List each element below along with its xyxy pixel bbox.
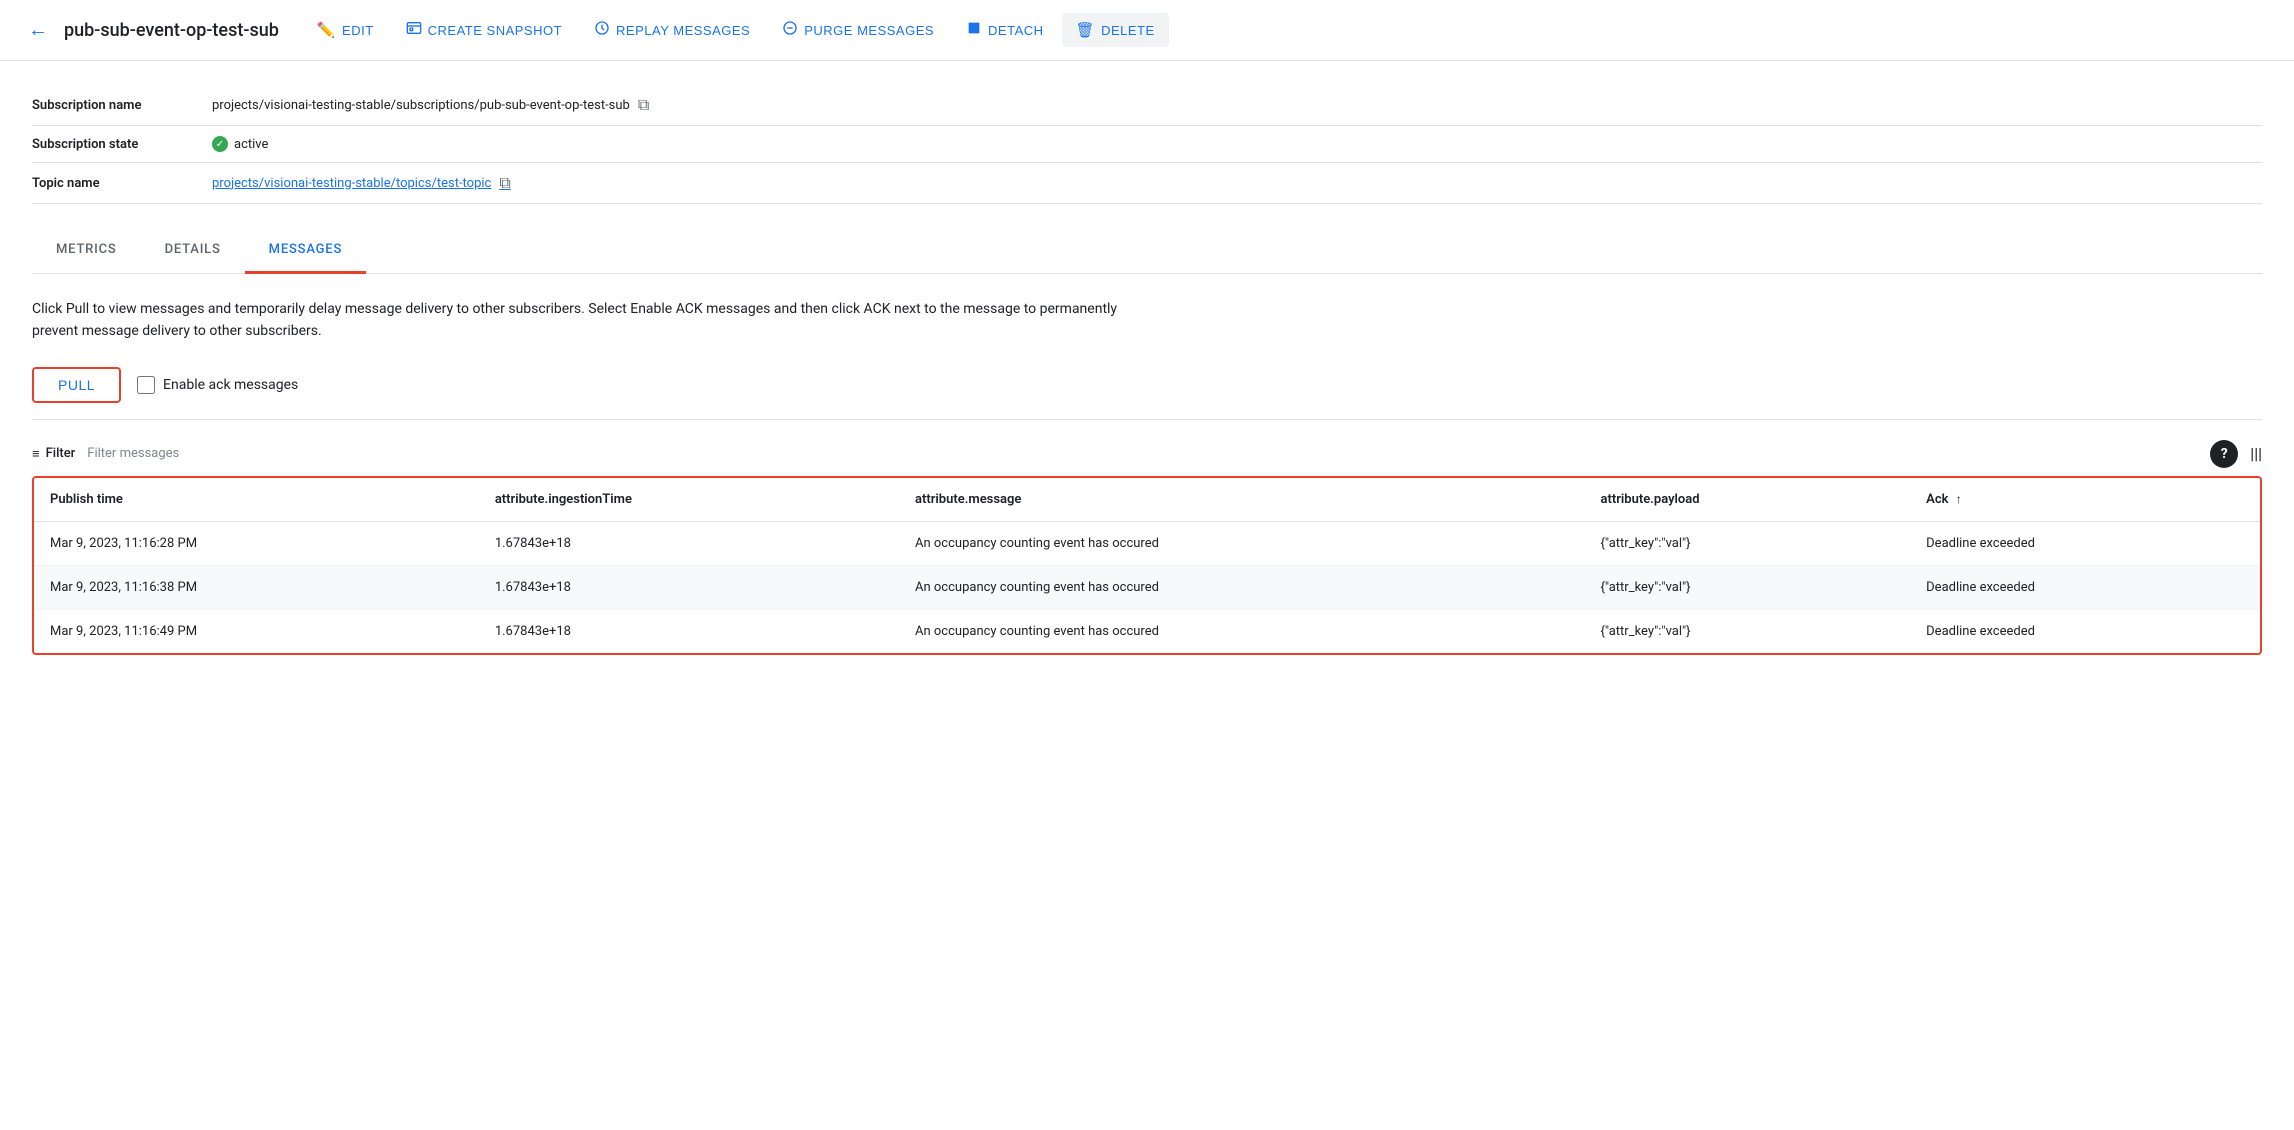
tabs-section: METRICS DETAILS MESSAGES [0, 228, 2294, 274]
snapshot-icon [406, 20, 422, 40]
tab-metrics[interactable]: METRICS [32, 228, 141, 274]
help-button[interactable]: ? [2210, 440, 2238, 468]
info-text: Click Pull to view messages and temporar… [32, 298, 1132, 343]
col-ack[interactable]: Ack ↑ [1910, 478, 2260, 522]
cell-ingestion-time: 1.67843e+18 [479, 609, 899, 653]
columns-button[interactable]: ||| [2250, 444, 2262, 463]
col-payload: attribute.payload [1584, 478, 1910, 522]
tab-messages[interactable]: MESSAGES [245, 228, 366, 274]
subscription-name-row: Subscription name projects/visionai-test… [32, 85, 2262, 126]
pull-section: PULL Enable ack messages [32, 367, 2262, 420]
cell-message: An occupancy counting event has occured [899, 565, 1584, 609]
edit-icon: ✏️ [317, 21, 336, 39]
topic-name-row: Topic name projects/visionai-testing-sta… [32, 163, 2262, 204]
cell-payload: {"attr_key":"val"} [1584, 521, 1910, 565]
copy-topic-name-icon[interactable]: ⧉ [499, 173, 510, 193]
subscription-state-label: Subscription state [32, 137, 212, 152]
cell-ingestion-time: 1.67843e+18 [479, 521, 899, 565]
status-dot-icon: ✓ [212, 136, 228, 152]
filter-left: ≡ Filter Filter messages [32, 446, 179, 462]
cell-publish-time: Mar 9, 2023, 11:16:38 PM [34, 565, 479, 609]
cell-ingestion-time: 1.67843e+18 [479, 565, 899, 609]
enable-ack-label: Enable ack messages [163, 377, 298, 393]
tabs: METRICS DETAILS MESSAGES [32, 228, 2262, 274]
edit-button[interactable]: ✏️ EDIT [303, 13, 388, 47]
toolbar: ← pub-sub-event-op-test-sub ✏️ EDIT CREA… [0, 0, 2294, 61]
col-message: attribute.message [899, 478, 1584, 522]
subscription-name-label: Subscription name [32, 98, 212, 113]
purge-icon [782, 20, 798, 40]
sort-ack-icon: ↑ [1956, 492, 1962, 506]
filter-bar: ≡ Filter Filter messages ? ||| [32, 440, 2262, 468]
subscription-state-value: ✓ active [212, 136, 268, 152]
cell-payload: {"attr_key":"val"} [1584, 565, 1910, 609]
delete-icon: 🗑 [1076, 21, 1096, 39]
copy-subscription-name-icon[interactable]: ⧉ [638, 95, 649, 115]
topic-name-label: Topic name [32, 176, 212, 191]
back-button[interactable]: ← [24, 15, 52, 46]
subscription-state-row: Subscription state ✓ active [32, 126, 2262, 163]
toolbar-actions: ✏️ EDIT CREATE SNAPSHOT REPLAY MESSAGES [303, 12, 2270, 48]
details-section: Subscription name projects/visionai-test… [0, 61, 2294, 204]
detach-button[interactable]: DETACH [952, 12, 1057, 48]
table-row: Mar 9, 2023, 11:16:28 PM 1.67843e+18 An … [34, 521, 2260, 565]
cell-payload: {"attr_key":"val"} [1584, 609, 1910, 653]
cell-publish-time: Mar 9, 2023, 11:16:49 PM [34, 609, 479, 653]
filter-icon: ≡ [32, 446, 40, 462]
table-row: Mar 9, 2023, 11:16:49 PM 1.67843e+18 An … [34, 609, 2260, 653]
col-publish-time: Publish time [34, 478, 479, 522]
filter-placeholder: Filter messages [87, 446, 179, 461]
purge-messages-button[interactable]: PURGE MESSAGES [768, 12, 948, 48]
subscription-name-value: projects/visionai-testing-stable/subscri… [212, 95, 649, 115]
replay-messages-button[interactable]: REPLAY MESSAGES [580, 12, 764, 48]
page-title: pub-sub-event-op-test-sub [64, 20, 279, 41]
filter-right: ? ||| [2210, 440, 2262, 468]
cell-ack: Deadline exceeded [1910, 521, 2260, 565]
replay-icon [594, 20, 610, 40]
cell-ack: Deadline exceeded [1910, 609, 2260, 653]
tab-details[interactable]: DETAILS [141, 228, 245, 274]
messages-table-wrapper: Publish time attribute.ingestionTime att… [32, 476, 2262, 655]
create-snapshot-button[interactable]: CREATE SNAPSHOT [392, 12, 576, 48]
columns-icon: ||| [2250, 444, 2262, 463]
status-badge: ✓ active [212, 136, 268, 152]
enable-ack-checkbox[interactable] [137, 376, 155, 394]
cell-ack: Deadline exceeded [1910, 565, 2260, 609]
topic-name-value[interactable]: projects/visionai-testing-stable/topics/… [212, 173, 511, 193]
cell-publish-time: Mar 9, 2023, 11:16:28 PM [34, 521, 479, 565]
cell-message: An occupancy counting event has occured [899, 521, 1584, 565]
table-body: Mar 9, 2023, 11:16:28 PM 1.67843e+18 An … [34, 521, 2260, 653]
messages-table: Publish time attribute.ingestionTime att… [34, 478, 2260, 653]
enable-ack-checkbox-group[interactable]: Enable ack messages [137, 376, 298, 394]
table-header: Publish time attribute.ingestionTime att… [34, 478, 2260, 522]
messages-content: Click Pull to view messages and temporar… [0, 274, 2294, 679]
delete-button[interactable]: 🗑 DELETE [1062, 13, 1169, 47]
detach-icon [966, 20, 982, 40]
table-row: Mar 9, 2023, 11:16:38 PM 1.67843e+18 An … [34, 565, 2260, 609]
pull-button[interactable]: PULL [32, 367, 121, 403]
col-ingestion-time: attribute.ingestionTime [479, 478, 899, 522]
cell-message: An occupancy counting event has occured [899, 609, 1584, 653]
filter-button[interactable]: ≡ Filter [32, 446, 75, 462]
